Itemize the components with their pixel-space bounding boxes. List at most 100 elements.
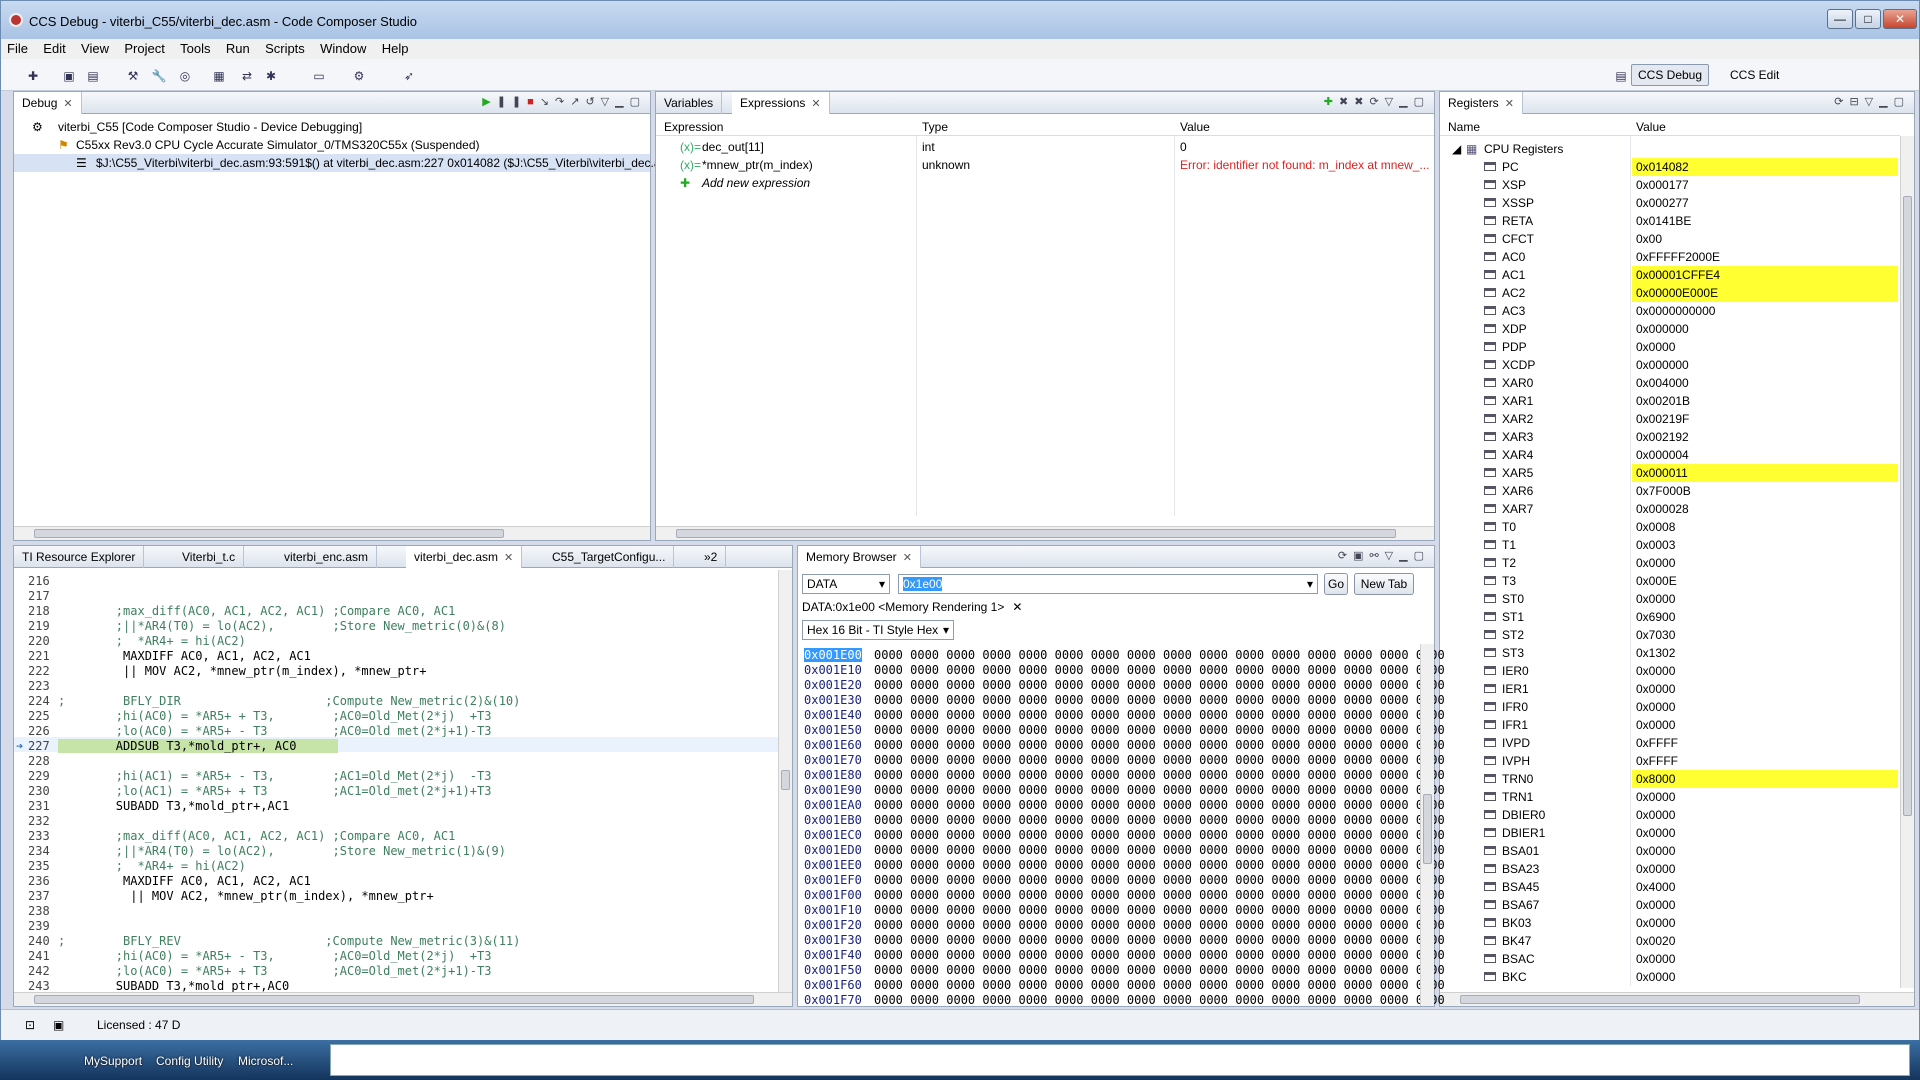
register-value[interactable]: 0x000E — [1632, 572, 1898, 590]
tab-variables[interactable]: Variables — [656, 92, 723, 114]
console-icon[interactable]: ▭ — [311, 68, 327, 84]
reset-icon[interactable]: ↺ — [585, 96, 600, 108]
column-expression[interactable]: Expression — [664, 120, 723, 134]
menu-edit[interactable]: Edit — [37, 39, 71, 56]
code-line[interactable]: 240 ; BFLY_REV ;Compute New_metric(3)&(11… — [14, 932, 792, 948]
register-value[interactable]: 0x7030 — [1632, 626, 1898, 644]
register-value[interactable]: 0x7F000B — [1632, 482, 1898, 500]
register-row[interactable]: RETA 0x0141BE — [1440, 212, 1914, 230]
register-row[interactable]: BSA45 0x4000 — [1440, 878, 1914, 896]
register-value[interactable]: 0x002192 — [1632, 428, 1898, 446]
tab-viterbi-dec-asm[interactable]: viterbi_dec.asm ✕ — [406, 546, 523, 568]
register-row[interactable]: AC1 0x00001CFFE4 — [1440, 266, 1914, 284]
register-row[interactable]: IFR0 0x0000 — [1440, 698, 1914, 716]
register-row[interactable]: BSA67 0x0000 — [1440, 896, 1914, 914]
editor-hscroll[interactable] — [14, 992, 792, 1006]
register-value[interactable]: 0x0003 — [1632, 536, 1898, 554]
register-value[interactable]: 0x00219F — [1632, 410, 1898, 428]
minimize-view-icon[interactable]: ▁ — [1399, 550, 1413, 562]
memory-row[interactable]: 0x001EF0 0000 0000 0000 0000 0000 0000 00… — [798, 871, 1445, 887]
save-memory-icon[interactable]: ▣ — [1353, 550, 1369, 562]
register-row[interactable]: BSAC 0x0000 — [1440, 950, 1914, 968]
memory-row[interactable]: 0x001E80 0000 0000 0000 0000 0000 0000 00… — [798, 766, 1445, 782]
memory-values[interactable]: 0000 0000 0000 0000 0000 0000 0000 0000 … — [874, 888, 1445, 902]
tool-launch-icon[interactable]: ➶ — [401, 68, 417, 84]
memory-row[interactable]: 0x001EA0 0000 0000 0000 0000 0000 0000 00… — [798, 796, 1445, 812]
register-row[interactable]: BK03 0x0000 — [1440, 914, 1914, 932]
register-value[interactable]: 0x0000 — [1632, 950, 1898, 968]
code-line[interactable]: 219 ;||*AR4(T0) = lo(AC2), ;Store New_me… — [14, 617, 792, 633]
register-row[interactable]: IER0 0x0000 — [1440, 662, 1914, 680]
register-value[interactable]: 0x0000 — [1632, 662, 1898, 680]
code-line[interactable]: 231 SUBADD T3,*mold_ptr+,AC1 — [14, 797, 792, 813]
expression-row[interactable]: (x)= *mnew_ptr(m_index) unknown Error: i… — [656, 156, 1434, 174]
close-icon[interactable]: ✕ — [63, 98, 72, 110]
memory-values[interactable]: 0000 0000 0000 0000 0000 0000 0000 0000 … — [874, 978, 1445, 992]
memory-row[interactable]: 0x001EE0 0000 0000 0000 0000 0000 0000 00… — [798, 856, 1445, 872]
register-row[interactable]: T0 0x0008 — [1440, 518, 1914, 536]
register-row[interactable]: XAR3 0x002192 — [1440, 428, 1914, 446]
column-value[interactable]: Value — [1180, 120, 1210, 134]
column-type[interactable]: Type — [922, 120, 948, 134]
refresh-icon[interactable]: ⟳ — [1338, 550, 1353, 562]
code-line[interactable]: 221 MAXDIFF AC0, AC1, AC2, AC1 — [14, 647, 792, 663]
tab-ti-resource-explorer[interactable]: TI Resource Explorer — [14, 546, 145, 568]
code-line[interactable]: 228 — [14, 752, 792, 768]
code-line[interactable]: 238 — [14, 902, 792, 918]
menu-run[interactable]: Run — [220, 39, 256, 56]
remove-all-icon[interactable]: ✖ — [1354, 96, 1369, 108]
memory-values[interactable]: 0000 0000 0000 0000 0000 0000 0000 0000 … — [874, 798, 1445, 812]
registers-hscroll[interactable] — [1440, 992, 1914, 1006]
register-value[interactable]: 0x000277 — [1632, 194, 1898, 212]
tab-viterbi-enc-asm[interactable]: viterbi_enc.asm — [276, 546, 378, 568]
memory-values[interactable]: 0000 0000 0000 0000 0000 0000 0000 0000 … — [874, 663, 1445, 677]
register-value[interactable]: 0x000177 — [1632, 176, 1898, 194]
memory-values[interactable]: 0000 0000 0000 0000 0000 0000 0000 0000 … — [874, 963, 1445, 977]
memory-row[interactable]: 0x001F40 0000 0000 0000 0000 0000 0000 00… — [798, 946, 1445, 962]
memory-values[interactable]: 0000 0000 0000 0000 0000 0000 0000 0000 … — [874, 873, 1445, 887]
editor-vscroll[interactable] — [778, 570, 792, 994]
register-row[interactable]: DBIER0 0x0000 — [1440, 806, 1914, 824]
register-value[interactable]: 0x004000 — [1632, 374, 1898, 392]
register-value[interactable]: 0x00000E000E — [1632, 284, 1898, 302]
code-line[interactable]: 229 ;hi(AC1) = *AR5+ - T3, ;AC1=Old_Met(… — [14, 767, 792, 783]
memory-row[interactable]: 0x001F70 0000 0000 0000 0000 0000 0000 00… — [798, 991, 1445, 1007]
wrench-icon[interactable]: 🔧 — [151, 68, 167, 84]
run-gear-icon[interactable]: ⚙ — [351, 68, 367, 84]
close-icon[interactable]: ✕ — [1505, 98, 1514, 110]
memory-page-select[interactable]: DATA ▾ — [802, 574, 890, 594]
register-row[interactable]: IVPH 0xFFFF — [1440, 752, 1914, 770]
register-value[interactable]: 0x0141BE — [1632, 212, 1898, 230]
register-row[interactable]: XAR6 0x7F000B — [1440, 482, 1914, 500]
register-value[interactable]: 0x0000000000 — [1632, 302, 1898, 320]
memory-values[interactable]: 0000 0000 0000 0000 0000 0000 0000 0000 … — [874, 903, 1445, 917]
code-line[interactable]: 232 — [14, 812, 792, 828]
register-value[interactable]: 0x000028 — [1632, 500, 1898, 518]
register-value[interactable]: 0x0000 — [1632, 914, 1898, 932]
register-value[interactable]: 0x00001CFFE4 — [1632, 266, 1898, 284]
expressions-hscroll[interactable] — [656, 526, 1434, 540]
register-value[interactable]: 0xFFFFF2000E — [1632, 248, 1898, 266]
code-line[interactable]: 216 — [14, 572, 792, 588]
register-value[interactable]: 0x0000 — [1632, 968, 1898, 986]
view-menu-icon[interactable]: ▽ — [601, 96, 615, 108]
code-line[interactable]: 223 — [14, 677, 792, 693]
view-menu-icon[interactable]: ▽ — [1385, 96, 1399, 108]
register-value[interactable]: 0x0000 — [1632, 860, 1898, 878]
register-row[interactable]: BK47 0x0020 — [1440, 932, 1914, 950]
register-row[interactable]: T2 0x0000 — [1440, 554, 1914, 572]
tab-viterbi-t-c[interactable]: Viterbi_t.c — [174, 546, 245, 568]
register-value[interactable]: 0x0000 — [1632, 698, 1898, 716]
code-line[interactable]: 230 ;lo(AC1) = *AR5+ + T3 ;AC1=Old_met(2… — [14, 782, 792, 798]
memory-values[interactable]: 0000 0000 0000 0000 0000 0000 0000 0000 … — [874, 738, 1445, 752]
memory-row[interactable]: 0x001EC0 0000 0000 0000 0000 0000 0000 00… — [798, 826, 1445, 842]
registers-vscroll[interactable] — [1900, 136, 1914, 988]
register-row[interactable]: AC2 0x00000E000E — [1440, 284, 1914, 302]
taskbar-mysupport[interactable]: MySupport — [84, 1054, 142, 1068]
memory-rendering-tab[interactable]: DATA:0x1e00 <Memory Rendering 1> ✕ — [802, 600, 1022, 620]
expand-icon[interactable]: ◢ — [1452, 142, 1461, 156]
suspend-icon[interactable]: ❚❚ — [497, 96, 527, 108]
minimize-view-icon[interactable]: ▁ — [615, 96, 629, 108]
maximize-view-icon[interactable]: ▢ — [1894, 96, 1910, 108]
tab-overflow[interactable]: »2 — [696, 546, 727, 568]
